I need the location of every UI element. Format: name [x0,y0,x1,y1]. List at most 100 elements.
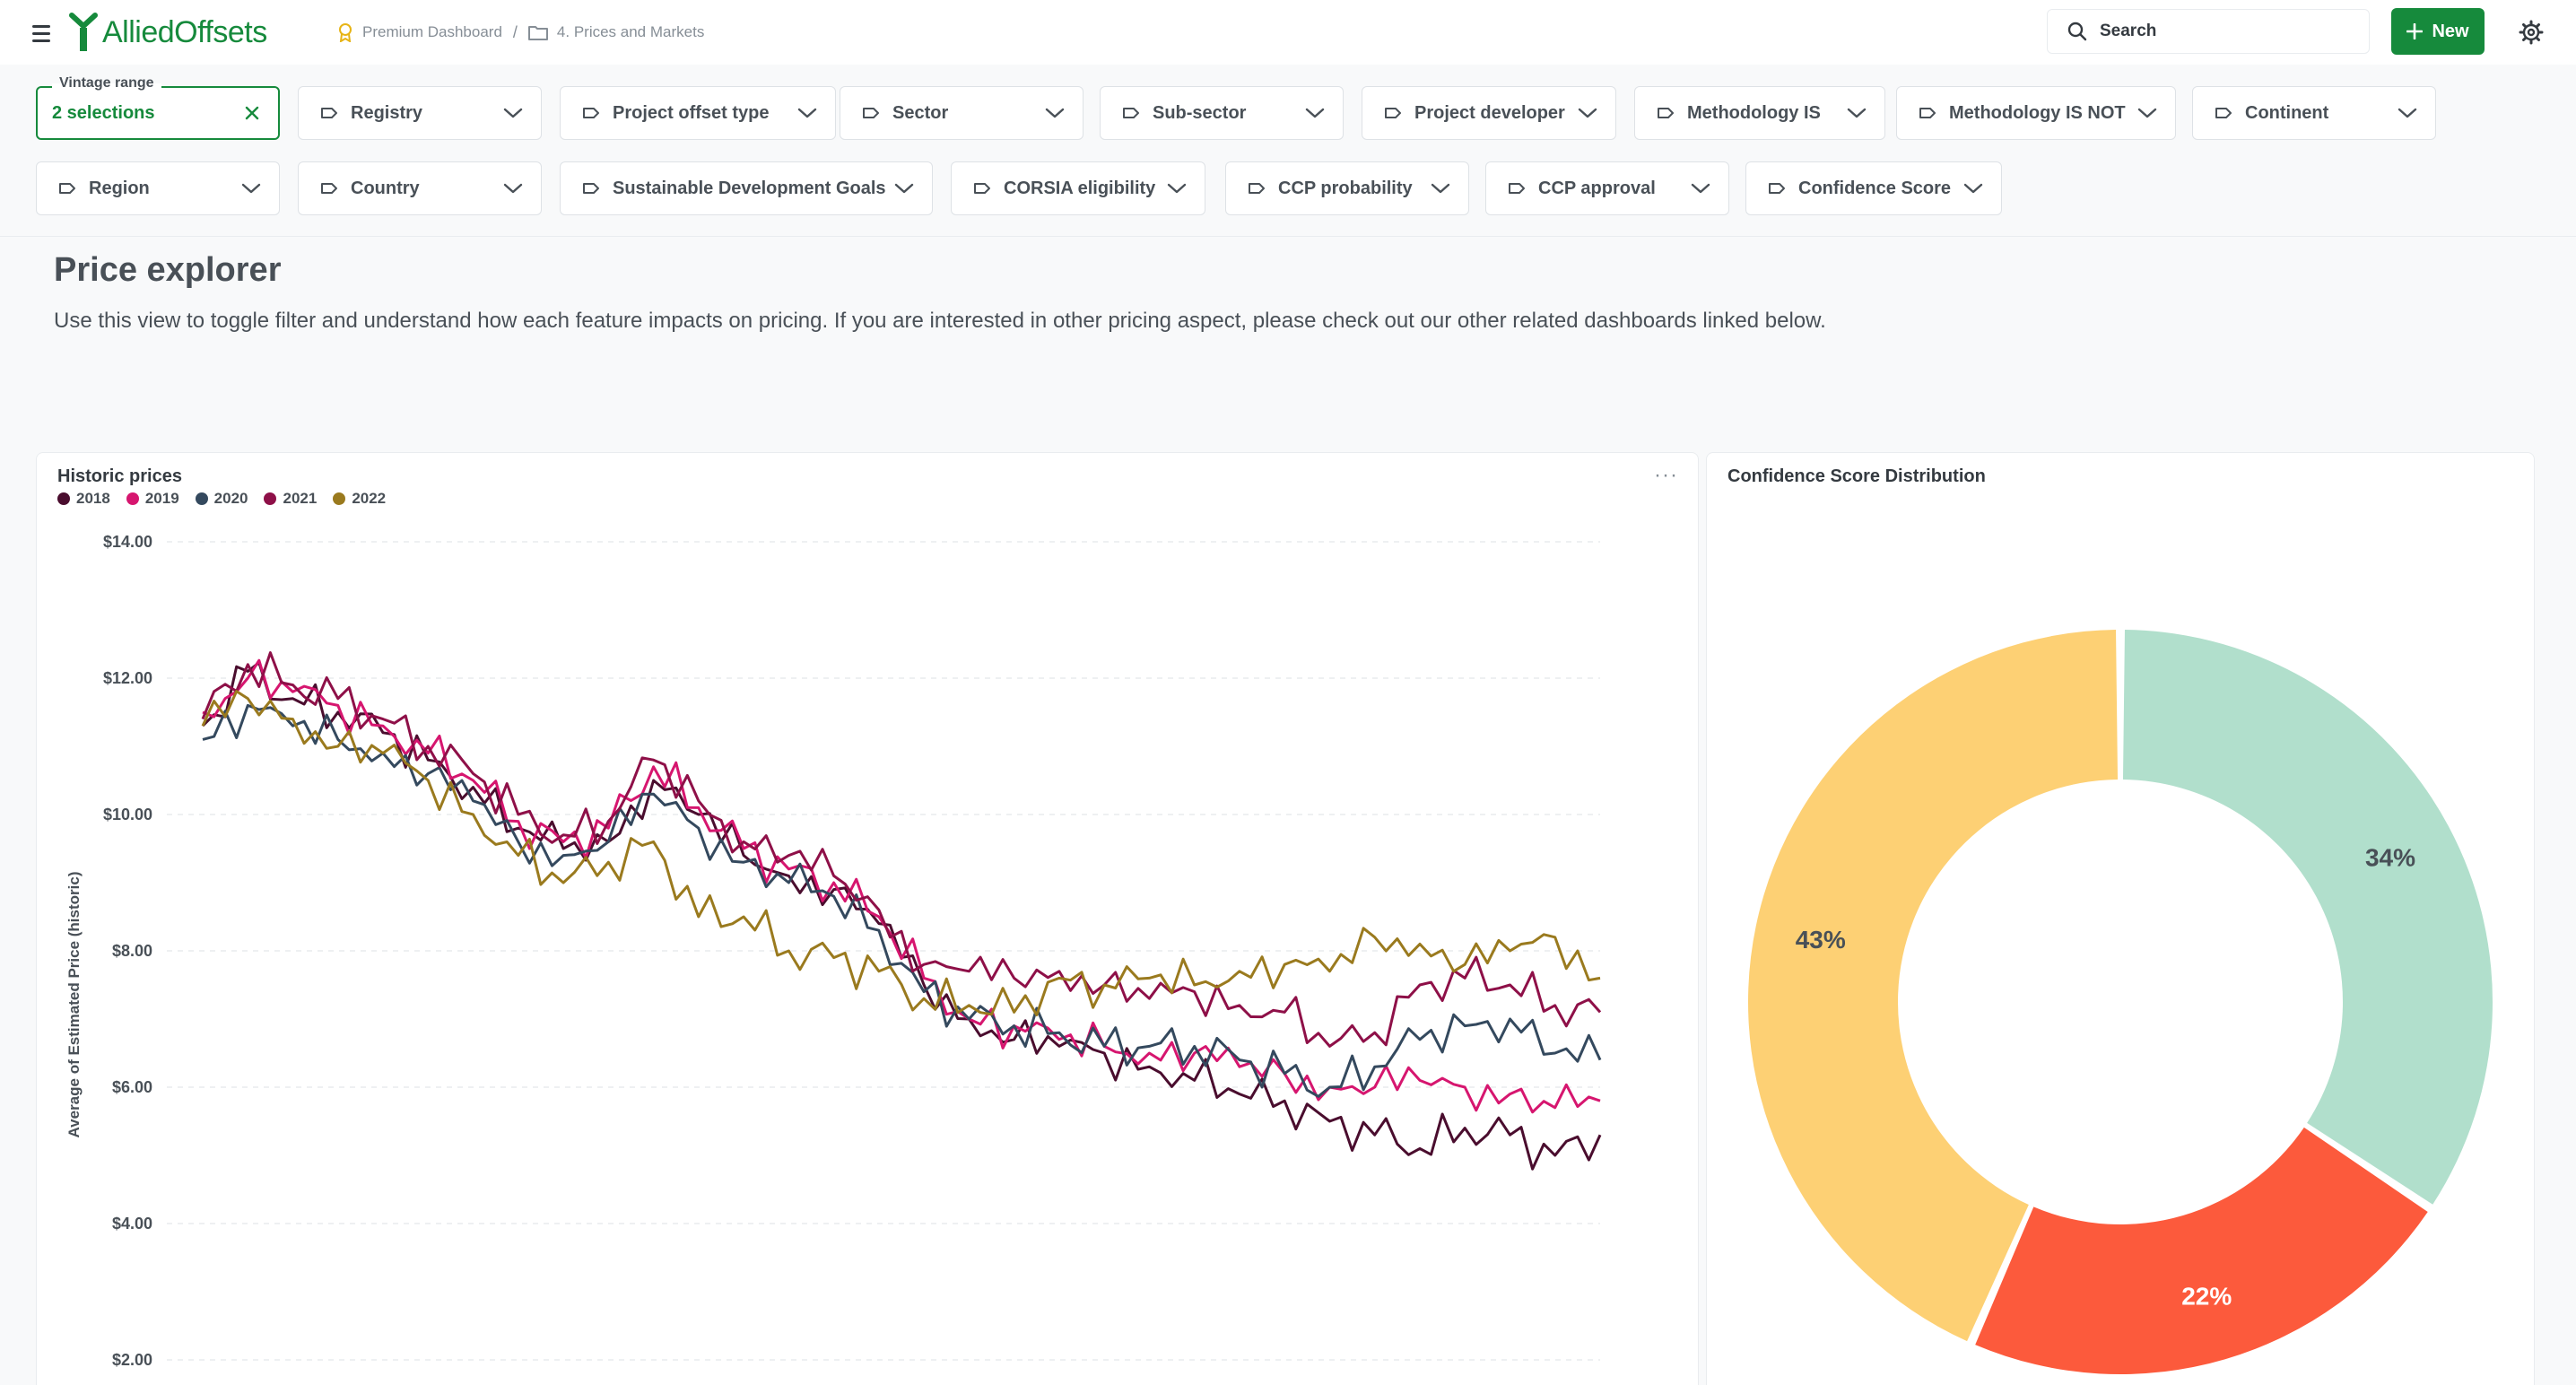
filter-label: Sub-sector [1153,102,1247,123]
y-tick-label: $4.00 [112,1215,152,1233]
filter-legend: Vintage range [52,75,161,91]
y-tick-label: $8.00 [112,942,152,960]
filter-label: Methodology IS NOT [1949,102,2126,123]
tag-icon [1385,108,1401,118]
legend-label: 2018 [76,490,110,507]
filter-label: Registry [351,102,423,123]
legend-dot [195,492,208,505]
tag-icon [1123,108,1139,118]
new-button[interactable]: New [2391,8,2485,55]
search-input[interactable] [2100,22,2333,41]
filter-label: Confidence Score [1798,178,1952,198]
filter-sub-sector[interactable]: Sub-sector [1100,86,1344,140]
donut-slice[interactable] [2122,630,2493,1205]
tag-icon [1658,108,1674,118]
legend-label: 2020 [213,490,248,507]
chevron-down-icon [1167,183,1187,194]
tag-icon [2215,108,2232,118]
filter-confidence-score[interactable]: Confidence Score [1745,161,2002,215]
filter-sector[interactable]: Sector [840,86,1083,140]
tag-icon [1249,183,1265,194]
filter-ccp-approval[interactable]: CCP approval [1485,161,1729,215]
clear-icon[interactable] [244,105,260,121]
filter-label: Project offset type [613,102,770,123]
legend-dot [333,492,346,505]
filter-project-offset-type[interactable]: Project offset type [560,86,836,140]
filter-sustainable-development-goals[interactable]: Sustainable Development Goals [560,161,933,215]
y-tick-label: $2.00 [112,1351,152,1369]
filter-ccp-probability[interactable]: CCP probability [1225,161,1469,215]
donut-slice-label: 34% [2365,844,2415,872]
breadcrumb-item-collection[interactable]: 4. Prices and Markets [527,23,704,41]
filter-label: CCP probability [1278,178,1413,198]
chevron-down-icon [1963,183,1983,194]
filter-label: Region [89,178,150,198]
legend-dot [57,492,70,505]
filter-corsia-eligibility[interactable]: CORSIA eligibility [951,161,1205,215]
chevron-down-icon [797,108,817,118]
legend-label: 2021 [283,490,318,507]
breadcrumb-separator: / [512,22,518,41]
filter-label: Country [351,178,420,198]
legend-label: 2019 [144,490,179,507]
search-icon [2067,22,2087,41]
y-tick-label: $14.00 [103,533,152,551]
confidence-score-donut: 34% 22% 43% [1747,630,2493,1374]
legend-label: 2022 [352,490,387,507]
logo-mark-icon [69,13,98,51]
filter-bar: Vintage range 2 selections Registry Proje… [0,65,2576,237]
menu-icon[interactable] [32,20,59,47]
breadcrumb-item-dashboard[interactable]: Premium Dashboard [337,22,502,42]
tag-icon [583,183,599,194]
legend-dot [264,492,277,505]
filter-country[interactable]: Country [298,161,542,215]
filter-vintage-range[interactable]: Vintage range 2 selections [36,75,280,140]
chevron-down-icon [2137,108,2157,118]
tag-icon [974,183,990,194]
gear-icon[interactable] [2517,18,2546,47]
page-description: Use this view to toggle filter and under… [54,309,1826,333]
plus-icon [2406,23,2424,39]
award-icon [339,23,352,42]
legend-item-2022[interactable]: 2022 [333,490,386,508]
chevron-down-icon [503,183,523,194]
legend-item-2020[interactable]: 2020 [195,490,248,508]
logo[interactable]: AlliedOffsets [68,7,267,57]
chevron-down-icon [1578,108,1597,118]
filter-project-developer[interactable]: Project developer [1362,86,1616,140]
filter-methodology-is-not[interactable]: Methodology IS NOT [1896,86,2176,140]
legend-item-2018[interactable]: 2018 [57,490,110,508]
breadcrumb: Premium Dashboard / 4. Prices and Market… [337,20,704,45]
search-box[interactable] [2047,9,2370,54]
chevron-down-icon [1045,108,1065,118]
tag-icon [1769,183,1785,194]
filter-registry[interactable]: Registry [298,86,542,140]
filter-methodology-is[interactable]: Methodology IS [1634,86,1885,140]
chevron-down-icon [1305,108,1325,118]
donut-slice[interactable] [1975,1127,2428,1374]
filter-label: Sustainable Development Goals [613,178,886,198]
chevron-down-icon [1691,183,1710,194]
filter-label: Methodology IS [1687,102,1821,123]
y-tick-label: $12.00 [103,669,152,687]
y-tick-label: $10.00 [103,806,152,823]
filter-region[interactable]: Region [36,161,280,215]
more-options-icon[interactable]: ··· [1654,463,1678,488]
filter-continent[interactable]: Continent [2192,86,2436,140]
tag-icon [1509,183,1525,194]
tag-icon [321,108,337,118]
folder-icon [527,26,548,40]
series-line-2020[interactable] [202,703,1602,1098]
tag-icon [583,108,599,118]
tag-icon [863,108,879,118]
legend-item-2021[interactable]: 2021 [264,490,317,508]
chevron-down-icon [894,183,914,194]
filter-label: CORSIA eligibility [1004,178,1156,198]
legend-item-2019[interactable]: 2019 [126,490,179,508]
logo-text: AlliedOffsets [102,14,267,49]
filter-label: Project developer [1414,102,1565,123]
series-line-2019[interactable] [202,658,1601,1114]
chevron-down-icon [2398,108,2417,118]
y-tick-label: $6.00 [112,1078,152,1096]
confidence-score-title: Confidence Score Distribution [1727,466,1986,486]
